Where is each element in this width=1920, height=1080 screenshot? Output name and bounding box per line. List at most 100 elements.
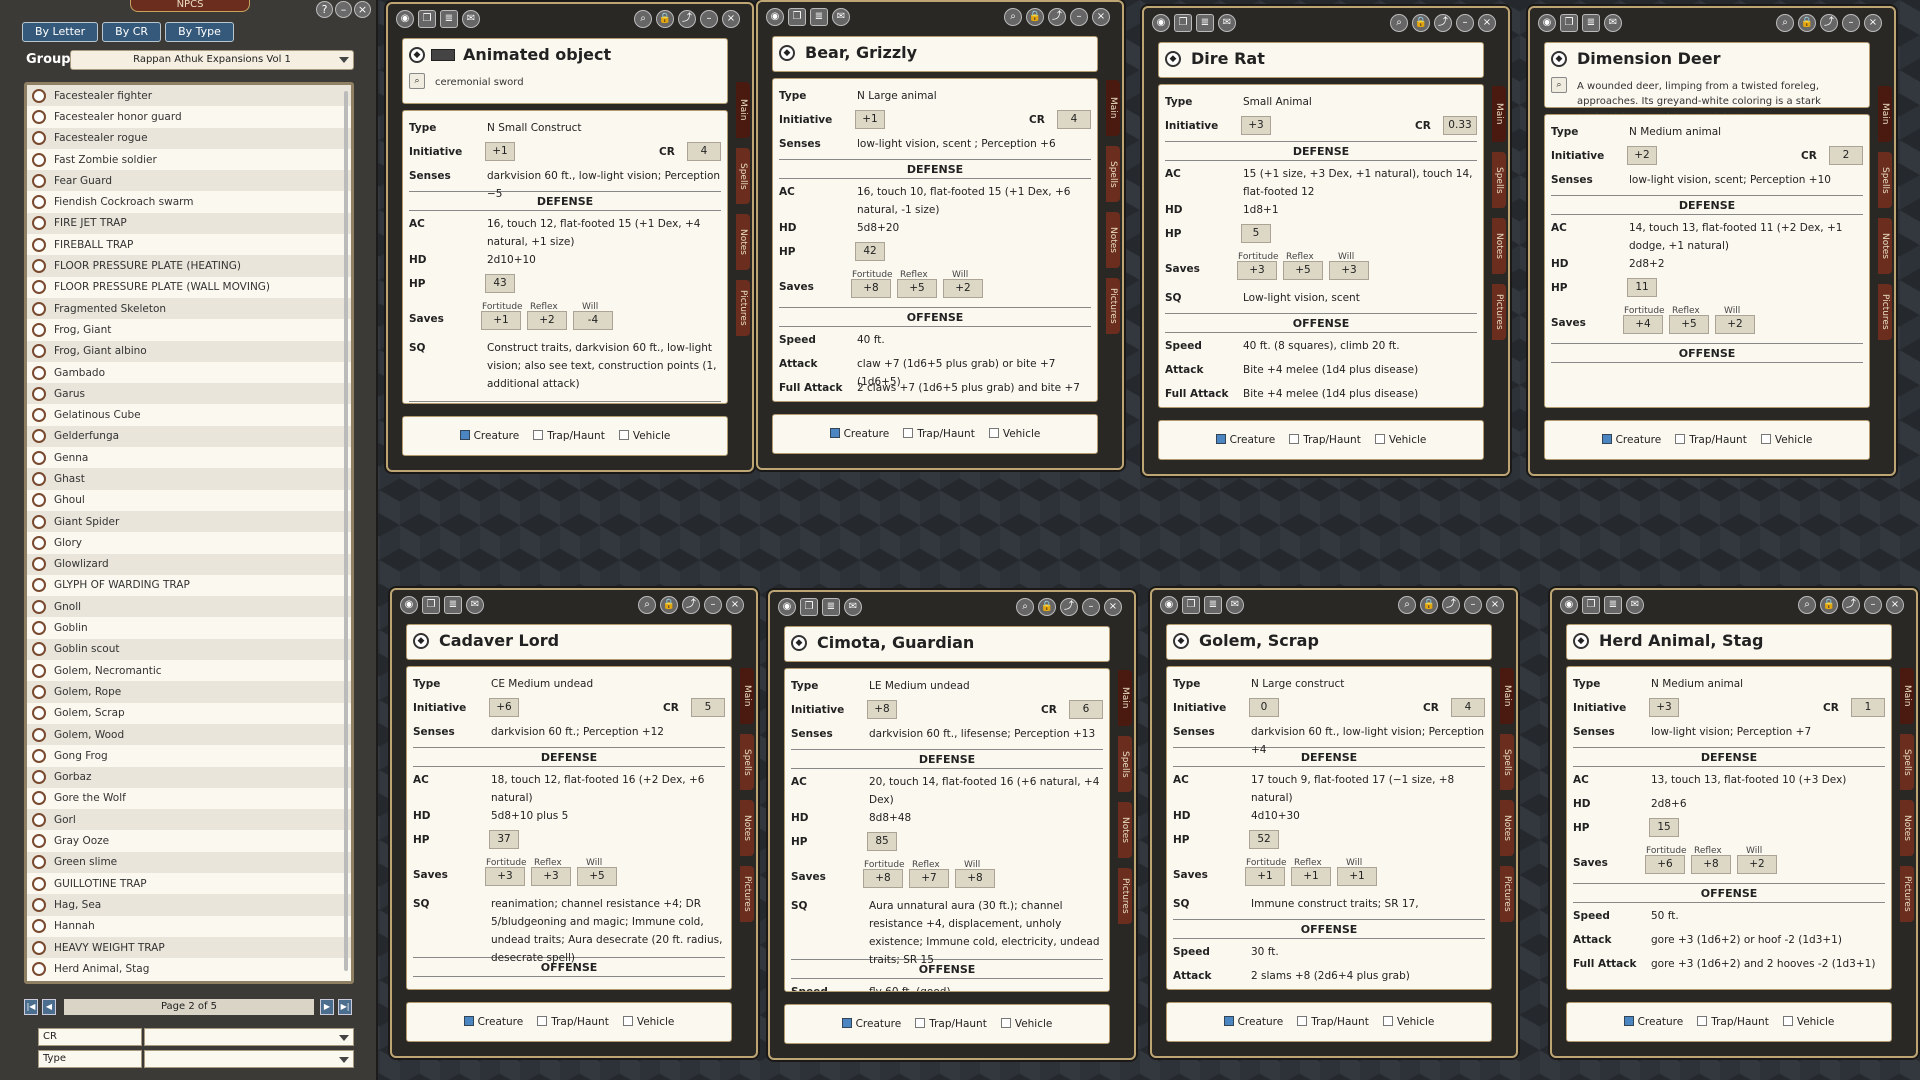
list-item[interactable]: Gelderfunga — [27, 425, 351, 448]
chat-icon[interactable]: ✉ — [462, 10, 480, 28]
list-item[interactable]: Gong Frog — [27, 745, 351, 766]
lock-icon[interactable]: 🔒 — [656, 10, 674, 28]
list-item[interactable]: Fiendish Cockroach swarm — [27, 191, 351, 212]
list-item[interactable]: Gore the Wolf — [27, 788, 351, 809]
chat-icon[interactable]: ✉ — [466, 596, 484, 614]
close-icon[interactable]: × — [1104, 598, 1122, 616]
creature-checkbox[interactable]: Creature — [1623, 1016, 1683, 1028]
list-item[interactable]: Gelatinous Cube — [27, 404, 351, 425]
list-item[interactable]: Goblin — [27, 617, 351, 638]
tab-pictures[interactable]: Pictures — [1492, 284, 1506, 340]
npc-card-cimota-guardian[interactable]: ◉ ❐ ≣ ✉ ⌕ 🔒 ⤴ – × ◆ Cimota, Guardian ⌕ T… — [768, 590, 1136, 1060]
sheet-icon[interactable]: ≣ — [1582, 14, 1600, 32]
share-icon[interactable]: ⤴ — [678, 10, 696, 28]
list-item[interactable]: Facestealer honor guard — [27, 106, 351, 127]
vehicle-checkbox[interactable]: Vehicle — [1382, 1016, 1434, 1028]
magnify-icon[interactable]: ⌕ — [409, 73, 425, 89]
list-item[interactable]: Golem, Rope — [27, 681, 351, 703]
tab-notes[interactable]: Notes — [1500, 800, 1514, 856]
lock-icon[interactable]: 🔒 — [1820, 596, 1838, 614]
npc-card-dimension-deer[interactable]: ◉ ❐ ≣ ✉ ⌕ 🔒 ⤴ – × ◆ Dimension Deer ⌕ A w… — [1528, 6, 1896, 476]
list-item[interactable]: Golem, Necromantic — [27, 660, 351, 681]
npc-card-herd-animal-stag[interactable]: ◉ ❐ ≣ ✉ ⌕ 🔒 ⤴ – × ◆ Herd Animal, Stag ⌕ … — [1550, 588, 1918, 1058]
tab-notes[interactable]: Notes — [1878, 218, 1892, 274]
list-item[interactable]: Hannah — [27, 916, 351, 937]
first-page-icon[interactable]: |◀ — [24, 999, 38, 1015]
close-icon[interactable]: × — [354, 1, 371, 18]
vehicle-checkbox[interactable]: Vehicle — [1000, 1018, 1052, 1030]
tab-pictures[interactable]: Pictures — [1106, 278, 1120, 334]
list-item[interactable]: Fear Guard — [27, 170, 351, 192]
list-item[interactable]: HEAVY WEIGHT TRAP — [27, 936, 351, 959]
trap-checkbox[interactable]: Trap/Haunt — [1297, 1016, 1369, 1028]
sheet-icon[interactable]: ≣ — [440, 10, 458, 28]
tab-spells[interactable]: Spells — [1878, 152, 1892, 208]
tab-by-type[interactable]: By Type — [165, 22, 234, 42]
list-item[interactable]: Facestealer rogue — [27, 127, 351, 149]
minimize-icon[interactable]: – — [1464, 596, 1482, 614]
list-item[interactable]: Frog, Giant albino — [27, 340, 351, 362]
token-icon[interactable]: ◉ — [400, 596, 418, 614]
copy-icon[interactable]: ❐ — [788, 8, 806, 26]
npc-card-dire-rat[interactable]: ◉ ❐ ≣ ✉ ⌕ 🔒 ⤴ – × ◆ Dire Rat ⌕ Type Small… — [1142, 6, 1510, 476]
creature-checkbox[interactable]: Creature — [459, 430, 519, 442]
trap-checkbox[interactable]: Trap/Haunt — [533, 430, 605, 442]
search-icon[interactable]: ⌕ — [1004, 8, 1022, 26]
lock-icon[interactable]: 🔒 — [1412, 14, 1430, 32]
list-scrollbar[interactable] — [344, 91, 348, 971]
tab-pictures[interactable]: Pictures — [1878, 284, 1892, 340]
tab-pictures[interactable]: Pictures — [1900, 866, 1914, 922]
npc-badge-icon[interactable]: ◆ — [413, 633, 429, 649]
copy-icon[interactable]: ❐ — [1174, 14, 1192, 32]
lock-icon[interactable]: 🔒 — [1420, 596, 1438, 614]
npc-card-bear-grizzly[interactable]: ◉ ❐ ≣ ✉ ⌕ 🔒 ⤴ – × ◆ Bear, Grizzly ⌕ Type… — [756, 0, 1124, 470]
list-item[interactable]: Gnoll — [27, 596, 351, 618]
share-icon[interactable]: ⤴ — [1442, 596, 1460, 614]
prev-page-icon[interactable]: ◀ — [42, 999, 56, 1015]
filter-cr-select[interactable] — [144, 1028, 354, 1046]
tab-pictures[interactable]: Pictures — [736, 280, 750, 336]
creature-checkbox[interactable]: Creature — [841, 1018, 901, 1030]
search-icon[interactable]: ⌕ — [1016, 598, 1034, 616]
tab-main[interactable]: Main — [1118, 670, 1132, 726]
token-icon[interactable]: ◉ — [1152, 14, 1170, 32]
magnify-icon[interactable]: ⌕ — [1551, 77, 1567, 93]
copy-icon[interactable]: ❐ — [1582, 596, 1600, 614]
creature-checkbox[interactable]: Creature — [1215, 434, 1275, 446]
tab-by-cr[interactable]: By CR — [102, 22, 162, 42]
copy-icon[interactable]: ❐ — [418, 10, 436, 28]
tab-main[interactable]: Main — [1500, 668, 1514, 724]
sheet-icon[interactable]: ≣ — [1204, 596, 1222, 614]
trap-checkbox[interactable]: Trap/Haunt — [915, 1018, 987, 1030]
search-icon[interactable]: ⌕ — [638, 596, 656, 614]
list-item[interactable]: Golem, Wood — [27, 723, 351, 746]
minimize-icon[interactable]: – — [1864, 596, 1882, 614]
vehicle-checkbox[interactable]: Vehicle — [1782, 1016, 1834, 1028]
chat-icon[interactable]: ✉ — [832, 8, 850, 26]
tab-notes[interactable]: Notes — [736, 214, 750, 270]
tab-main[interactable]: Main — [1900, 668, 1914, 724]
list-item[interactable]: Goblin scout — [27, 638, 351, 661]
list-item[interactable]: GLYPH OF WARDING TRAP — [27, 575, 351, 596]
share-icon[interactable]: ⤴ — [1820, 14, 1838, 32]
vehicle-checkbox[interactable]: Vehicle — [988, 428, 1040, 440]
list-item[interactable]: Frog, Giant — [27, 319, 351, 340]
minimize-icon[interactable]: – — [700, 10, 718, 28]
list-item[interactable]: Giant Spider — [27, 510, 351, 533]
list-item[interactable]: Garus — [27, 383, 351, 405]
list-item[interactable]: Glory — [27, 532, 351, 553]
vehicle-checkbox[interactable]: Vehicle — [1760, 434, 1812, 446]
trap-checkbox[interactable]: Trap/Haunt — [1675, 434, 1747, 446]
list-item[interactable]: Golem, Scrap — [27, 703, 351, 724]
list-item[interactable]: Facestealer fighter — [27, 85, 351, 107]
vehicle-checkbox[interactable]: Vehicle — [618, 430, 670, 442]
sheet-icon[interactable]: ≣ — [444, 596, 462, 614]
creature-checkbox[interactable]: Creature — [463, 1016, 523, 1028]
tab-notes[interactable]: Notes — [1900, 800, 1914, 856]
minimize-icon[interactable]: – — [1842, 14, 1860, 32]
minimize-icon[interactable]: – — [1456, 14, 1474, 32]
token-icon[interactable]: ◉ — [1538, 14, 1556, 32]
sheet-icon[interactable]: ≣ — [1604, 596, 1622, 614]
share-icon[interactable]: ⤴ — [1048, 8, 1066, 26]
list-item[interactable]: Ghast — [27, 468, 351, 490]
